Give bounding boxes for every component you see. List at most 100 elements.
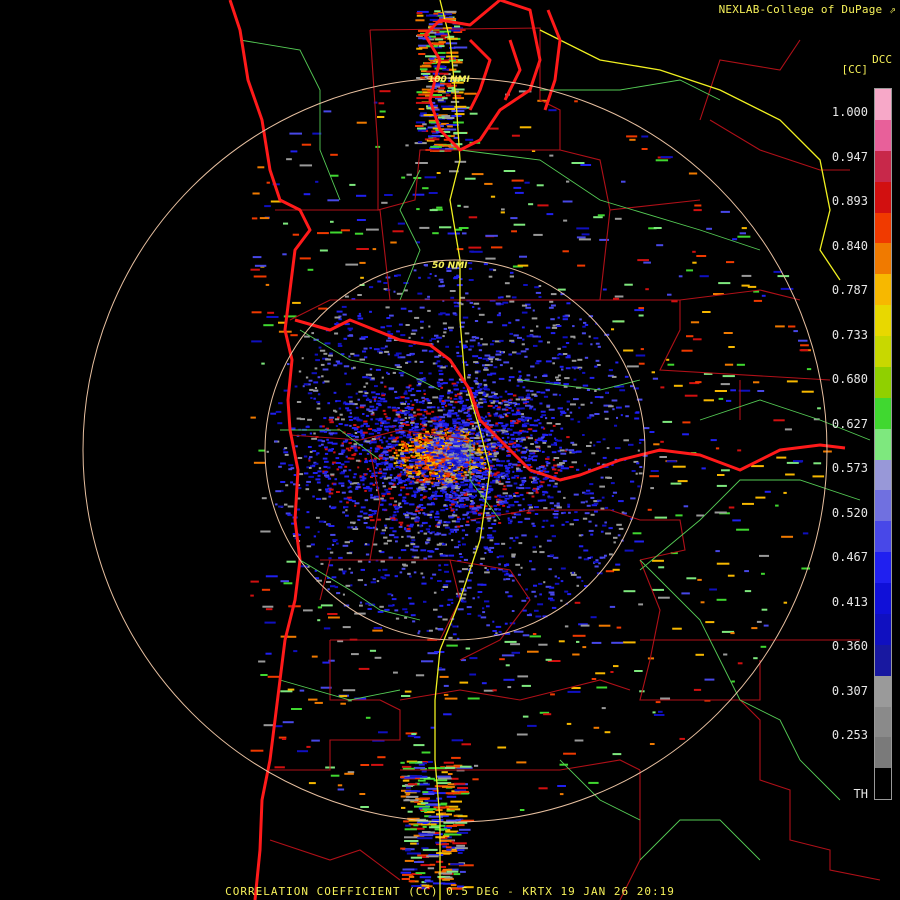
- radar-echo-gate: [331, 543, 335, 546]
- radar-echo-gate: [435, 627, 438, 630]
- radar-echo-gate: [437, 383, 440, 386]
- radar-echo-gate: [451, 756, 461, 759]
- radar-echo-gate: [457, 204, 461, 207]
- radar-echo-gate: [372, 440, 377, 443]
- radar-echo-gate: [400, 402, 406, 405]
- radar-echo-gate: [505, 405, 509, 408]
- radar-echo-gate: [401, 462, 405, 464]
- radar-echo-gate: [479, 460, 484, 463]
- radar-echo-gate: [517, 336, 522, 339]
- radar-echo-gate: [467, 376, 471, 379]
- radar-echo-gate: [489, 488, 493, 491]
- radar-echo-gate: [498, 522, 502, 524]
- radar-echo-gate: [454, 496, 457, 499]
- radar-echo-gate: [496, 441, 501, 444]
- radar-echo-gate: [459, 503, 464, 506]
- radar-echo-gate: [524, 181, 530, 184]
- radar-echo-gate: [580, 164, 592, 166]
- radar-echo-gate: [649, 475, 660, 478]
- radar-echo-gate: [593, 502, 599, 505]
- radar-echo-gate: [380, 560, 385, 563]
- radar-echo-gate: [546, 404, 551, 407]
- radar-echo-gate: [552, 424, 556, 427]
- radar-echo-gate: [434, 533, 440, 536]
- radar-echo-gate: [658, 566, 665, 569]
- radar-echo-gate: [510, 424, 515, 427]
- radar-echo-gate: [543, 581, 546, 584]
- radar-echo-gate: [510, 271, 514, 274]
- radar-echo-gate: [396, 274, 402, 277]
- radar-echo-gate: [494, 508, 498, 511]
- radar-echo-gate: [540, 426, 544, 429]
- radar-echo-gate: [526, 374, 531, 377]
- radar-echo-gate: [433, 608, 438, 611]
- radar-echo-gate: [801, 567, 811, 570]
- radar-echo-gate: [576, 468, 580, 471]
- radar-echo-gate: [506, 454, 511, 457]
- radar-echo-gate: [556, 502, 560, 505]
- radar-echo-gate: [477, 596, 480, 599]
- radar-echo-gate: [437, 521, 441, 524]
- radar-echo-gate: [398, 556, 401, 559]
- radar-echo-gate: [373, 543, 378, 546]
- radar-echo-gate: [552, 485, 558, 488]
- radar-echo-gate: [370, 496, 376, 499]
- radar-echo-gate: [542, 493, 545, 496]
- radar-echo-gate: [530, 398, 534, 401]
- radar-echo-gate: [264, 205, 271, 208]
- radar-echo-gate: [489, 461, 493, 464]
- radar-echo-gate: [524, 517, 531, 520]
- radar-echo-gate: [458, 396, 462, 399]
- radar-echo-gate: [428, 525, 432, 528]
- radar-echo-gate: [334, 586, 339, 589]
- radar-echo-gate: [677, 480, 688, 483]
- radar-echo-gate: [449, 528, 455, 531]
- radar-echo-gate: [407, 433, 411, 436]
- radar-echo-gate: [557, 785, 566, 787]
- radar-echo-gate: [361, 336, 366, 339]
- radar-echo-gate: [412, 471, 416, 474]
- radar-echo-gate: [455, 503, 459, 506]
- radar-echo-gate: [408, 487, 413, 490]
- radar-echo-gate: [338, 452, 344, 455]
- radar-echo-gate: [589, 441, 592, 444]
- radar-echo-gate: [502, 488, 507, 491]
- radar-echo-gate: [392, 371, 396, 374]
- radar-echo-gate: [411, 403, 415, 406]
- radar-echo-gate: [452, 406, 456, 409]
- radar-echo-gate: [532, 309, 535, 312]
- radar-echo-gate: [388, 604, 394, 607]
- radar-echo-gate: [384, 385, 387, 388]
- radar-echo-gate: [634, 309, 644, 312]
- radar-echo-gate: [393, 462, 397, 465]
- radar-echo-gate: [413, 475, 420, 478]
- radar-echo-gate: [525, 487, 531, 489]
- radar-echo-gate: [670, 482, 682, 485]
- radar-echo-gate: [327, 613, 338, 615]
- radar-echo-gate: [566, 408, 569, 411]
- radar-echo-gate: [553, 381, 559, 384]
- radar-echo-gate: [565, 356, 571, 359]
- radar-echo-gate: [386, 317, 391, 319]
- radar-echo-gate: [399, 424, 405, 427]
- radar-echo-gate: [443, 504, 447, 507]
- radar-echo-gate: [389, 314, 394, 317]
- radar-echo-gate: [636, 462, 640, 465]
- radar-echo-gate: [420, 448, 427, 451]
- radar-echo-gate: [456, 414, 460, 417]
- radar-echo-gate: [643, 261, 651, 264]
- radar-echo-gate: [383, 542, 389, 545]
- radar-echo-gate: [597, 345, 601, 348]
- radar-echo-gate: [527, 724, 537, 727]
- radar-echo-gate: [278, 465, 282, 468]
- radar-echo-gate: [347, 396, 353, 399]
- radar-echo-gate: [336, 542, 339, 545]
- radar-echo-gate: [499, 339, 504, 342]
- radar-echo-gate: [436, 360, 441, 363]
- radar-echo-gate: [462, 543, 466, 546]
- radar-echo-gate: [458, 458, 464, 461]
- radar-echo-gate: [348, 481, 352, 484]
- radar-echo-gate: [579, 318, 582, 321]
- radar-echo-gate: [394, 390, 398, 393]
- radar-echo-gate: [377, 431, 381, 434]
